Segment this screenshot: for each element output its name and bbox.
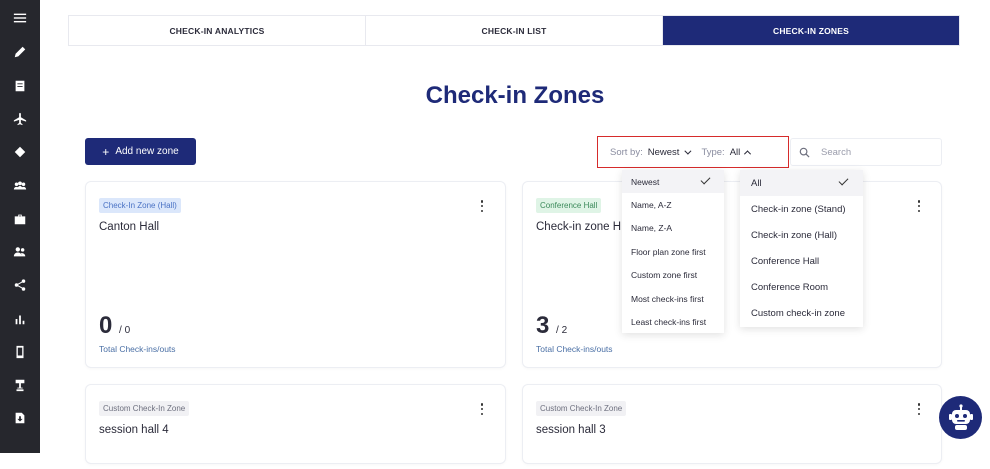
- checkmark-icon: [700, 174, 711, 185]
- sort-option-floor-plan-first[interactable]: Floor plan zone first: [622, 240, 724, 263]
- airplane-icon[interactable]: [12, 111, 28, 127]
- users-icon[interactable]: [12, 244, 28, 260]
- sort-option-name-z-a[interactable]: Name, Z-A: [622, 216, 724, 239]
- chevron-up-icon[interactable]: [744, 149, 752, 157]
- zone-type-badge: Custom Check-In Zone: [99, 401, 190, 416]
- type-option-conference-room[interactable]: Conference Room: [740, 274, 863, 300]
- zone-name: Canton Hall: [99, 221, 160, 233]
- zone-name: session hall 3: [536, 424, 606, 436]
- sidebar: [0, 0, 40, 453]
- lamp-icon[interactable]: [12, 377, 28, 393]
- zone-card-session-hall-4[interactable]: Custom Check-In Zone session hall 4: [85, 384, 506, 464]
- sort-dropdown: Newest Name, A-Z Name, Z-A Floor plan zo…: [622, 170, 724, 333]
- search-icon: [799, 147, 810, 158]
- add-new-zone-button[interactable]: + Add new zone: [85, 138, 196, 165]
- total-check-ins-label: Total Check-ins/outs: [99, 344, 176, 354]
- type-dropdown: All Check-in zone (Stand) Check-in zone …: [740, 170, 863, 327]
- sort-option-newest[interactable]: Newest: [622, 170, 724, 193]
- pencil-icon[interactable]: [12, 44, 28, 60]
- check-in-count: 3 / 2: [536, 312, 568, 339]
- bar-chart-icon[interactable]: [12, 311, 28, 327]
- zone-card-canton-hall[interactable]: Check-In Zone (Hall) Canton Hall 0 / 0 T…: [85, 181, 506, 368]
- tab-check-in-list[interactable]: CHECK-IN LIST: [366, 16, 663, 45]
- sort-option-custom-first[interactable]: Custom zone first: [622, 263, 724, 286]
- search-input[interactable]: [821, 146, 931, 158]
- zone-name: Check-in zone H: [536, 221, 622, 233]
- share-icon[interactable]: [12, 277, 28, 293]
- tab-bar: CHECK-IN ANALYTICS CHECK-IN LIST CHECK-I…: [68, 15, 960, 46]
- more-options-icon[interactable]: [917, 200, 921, 212]
- group-icon[interactable]: [12, 178, 28, 194]
- sort-select[interactable]: Newest: [648, 147, 680, 158]
- type-select[interactable]: All: [730, 147, 741, 158]
- zone-card-session-hall-3[interactable]: Custom Check-In Zone session hall 3: [522, 384, 942, 464]
- sort-option-least-check-ins[interactable]: Least check-ins first: [622, 310, 724, 333]
- checkmark-icon: [838, 175, 849, 186]
- plus-icon: +: [102, 144, 110, 159]
- check-in-count: 0 / 0: [99, 312, 131, 339]
- chatbot-button[interactable]: [939, 396, 982, 439]
- zone-card-check-in-zone-h[interactable]: Conference Hall Check-in zone H 3 / 2 To…: [522, 181, 942, 368]
- robot-icon: [948, 403, 973, 430]
- menu-icon[interactable]: [12, 10, 28, 26]
- sort-option-most-check-ins[interactable]: Most check-ins first: [622, 287, 724, 310]
- tab-check-in-analytics[interactable]: CHECK-IN ANALYTICS: [69, 16, 366, 45]
- total-check-ins-label: Total Check-ins/outs: [536, 344, 613, 354]
- briefcase-icon[interactable]: [12, 211, 28, 227]
- search-box: [790, 138, 942, 166]
- tag-icon[interactable]: [12, 144, 28, 160]
- sort-option-name-a-z[interactable]: Name, A-Z: [622, 193, 724, 216]
- type-option-custom[interactable]: Custom check-in zone: [740, 300, 863, 326]
- export-icon[interactable]: [12, 410, 28, 426]
- more-options-icon[interactable]: [480, 200, 484, 212]
- type-option-all[interactable]: All: [740, 170, 863, 196]
- type-option-conference-hall[interactable]: Conference Hall: [740, 248, 863, 274]
- add-new-zone-label: Add new zone: [115, 146, 179, 157]
- zone-name: session hall 4: [99, 424, 169, 436]
- type-option-hall[interactable]: Check-in zone (Hall): [740, 222, 863, 248]
- more-options-icon[interactable]: [917, 403, 921, 415]
- zone-type-badge: Check-In Zone (Hall): [99, 198, 181, 213]
- zone-type-badge: Conference Hall: [536, 198, 602, 213]
- page-title: Check-in Zones: [425, 82, 605, 109]
- type-label: Type:: [701, 146, 725, 158]
- filter-controls: Sort by: Newest Type: All: [597, 136, 789, 168]
- type-option-stand[interactable]: Check-in zone (Stand): [740, 196, 863, 222]
- more-options-icon[interactable]: [480, 403, 484, 415]
- chevron-down-icon[interactable]: [684, 147, 692, 155]
- zone-type-badge: Custom Check-In Zone: [536, 401, 627, 416]
- mobile-icon[interactable]: [12, 344, 28, 360]
- sort-label: Sort by:: [610, 146, 643, 158]
- tab-check-in-zones[interactable]: CHECK-IN ZONES: [663, 16, 959, 45]
